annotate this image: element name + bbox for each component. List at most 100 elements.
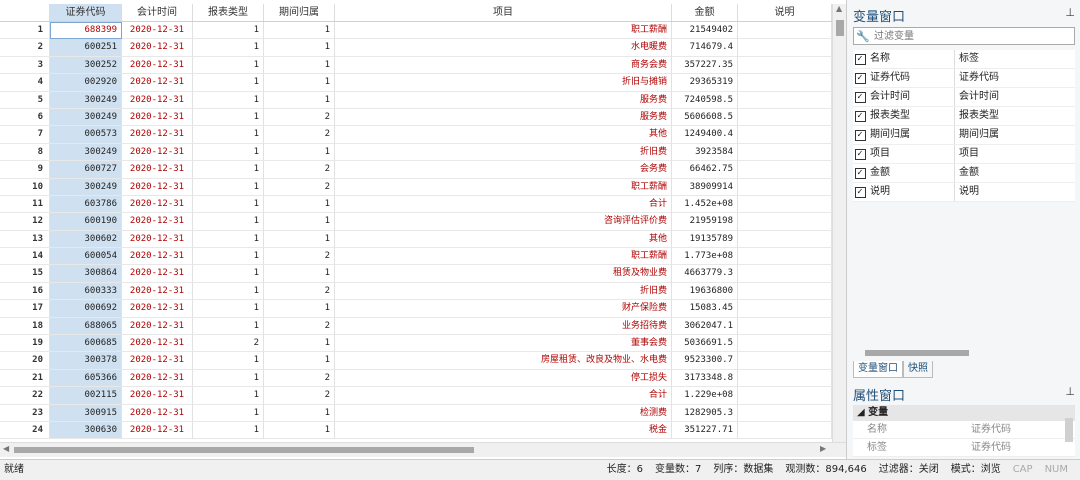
column-header-type[interactable]: 报表类型 [193,4,264,21]
column-header-period[interactable]: 期间归属 [264,4,335,21]
cell-period[interactable]: 2 [264,126,335,144]
cell-amount[interactable]: 1249400.4 [672,126,738,144]
table-row[interactable]: 17 000692 2020-12-31 1 1 财产保险费 15083.45 [0,300,832,318]
cell-item[interactable]: 租赁及物业费 [335,265,672,283]
cell-type[interactable]: 1 [193,39,264,57]
horizontal-scroll-thumb[interactable] [14,447,474,453]
cell-type[interactable]: 1 [193,282,264,301]
cell-date[interactable]: 2020-12-31 [122,300,193,318]
pin-icon[interactable]: ⊥ [1065,385,1075,398]
row-index[interactable]: 18 [0,317,50,336]
cell-amount[interactable]: 3923584 [672,143,738,162]
cell-type[interactable]: 1 [193,317,264,336]
cell-item[interactable]: 房屋租赁、改良及物业、水电费 [335,352,672,370]
variable-row[interactable]: ✓ 说明 说明 [853,183,1075,202]
cell-date[interactable]: 2020-12-31 [122,213,193,231]
cell-date[interactable]: 2020-12-31 [122,369,193,388]
cell-period[interactable]: 1 [264,300,335,318]
cell-item[interactable]: 合计 [335,195,672,214]
cell-code[interactable]: 688065 [50,317,122,336]
cell-item[interactable]: 会务费 [335,161,672,179]
property-value[interactable]: 证券代码 [967,439,1011,456]
cell-amount[interactable]: 3062047.1 [672,317,738,336]
table-row[interactable]: 12 600190 2020-12-31 1 1 咨询评估评价费 21959198 [0,213,832,231]
cell-period[interactable]: 1 [264,56,335,75]
cell-amount[interactable]: 5036691.5 [672,335,738,353]
cell-type[interactable]: 1 [193,161,264,179]
table-row[interactable]: 7 000573 2020-12-31 1 2 其他 1249400.4 [0,126,832,144]
cell-date[interactable]: 2020-12-31 [122,265,193,283]
cell-type[interactable]: 2 [193,335,264,353]
cell-note[interactable] [738,39,832,57]
row-index[interactable]: 5 [0,91,50,109]
cell-period[interactable]: 1 [264,335,335,353]
cell-period[interactable]: 1 [264,352,335,370]
cell-item[interactable]: 职工薪酬 [335,248,672,266]
cell-type[interactable]: 1 [193,421,264,440]
cell-code[interactable]: 300915 [50,404,122,422]
cell-item[interactable]: 折旧费 [335,282,672,301]
cell-amount[interactable]: 1.452e+08 [672,195,738,214]
cell-code[interactable]: 300864 [50,265,122,283]
cell-note[interactable] [738,143,832,162]
cell-period[interactable]: 2 [264,282,335,301]
cell-period[interactable]: 1 [264,421,335,440]
row-index[interactable]: 3 [0,56,50,75]
table-row[interactable]: 21 605366 2020-12-31 1 2 停工损失 3173348.8 [0,369,832,388]
cell-period[interactable]: 1 [264,213,335,231]
cell-note[interactable] [738,56,832,75]
row-index[interactable]: 9 [0,161,50,179]
table-row[interactable]: 20 300378 2020-12-31 1 1 房屋租赁、改良及物业、水电费 952330… [0,352,832,370]
table-row[interactable]: 9 600727 2020-12-31 1 2 会务费 66462.75 [0,161,832,179]
cell-date[interactable]: 2020-12-31 [122,56,193,75]
variable-row[interactable]: ✓ 期间归属 期间归属 [853,126,1075,145]
cell-note[interactable] [738,317,832,336]
cell-note[interactable] [738,230,832,249]
table-row[interactable]: 1 688399 2020-12-31 1 1 职工薪酬 21549402 [0,22,832,40]
cell-amount[interactable]: 714679.4 [672,39,738,57]
variable-list-scrollbar[interactable] [853,349,1075,357]
row-index[interactable]: 10 [0,178,50,196]
cell-code[interactable]: 600251 [50,39,122,57]
table-row[interactable]: 2 600251 2020-12-31 1 1 水电暖费 714679.4 [0,39,832,57]
table-row[interactable]: 22 002115 2020-12-31 1 2 合计 1.229e+08 [0,387,832,405]
cell-code[interactable]: 002115 [50,387,122,405]
cell-date[interactable]: 2020-12-31 [122,387,193,405]
row-index[interactable]: 7 [0,126,50,144]
row-index[interactable]: 12 [0,213,50,231]
cell-amount[interactable]: 7240598.5 [672,91,738,109]
cell-type[interactable]: 1 [193,265,264,283]
cell-code[interactable]: 000692 [50,300,122,318]
cell-type[interactable]: 1 [193,195,264,214]
cell-code[interactable]: 300252 [50,56,122,75]
table-row[interactable]: 15 300864 2020-12-31 1 1 租赁及物业费 4663779.3 [0,265,832,283]
table-row[interactable]: 10 300249 2020-12-31 1 2 职工薪酬 38909914 [0,178,832,196]
cell-amount[interactable]: 1282905.3 [672,404,738,422]
cell-amount[interactable]: 15083.45 [672,300,738,318]
variable-checkbox[interactable]: ✓ [853,88,867,106]
cell-code[interactable]: 688399 [50,22,122,40]
cell-code[interactable]: 300249 [50,143,122,162]
cell-date[interactable]: 2020-12-31 [122,161,193,179]
cell-date[interactable]: 2020-12-31 [122,143,193,162]
data-grid[interactable]: 证券代码 会计时间 报表类型 期间归属 项目 金额 说明 1 688399 2020… [0,0,847,459]
scroll-left-icon[interactable]: ◀ [3,444,9,453]
cell-code[interactable]: 300249 [50,108,122,127]
cell-date[interactable]: 2020-12-31 [122,22,193,40]
cell-period[interactable]: 1 [264,143,335,162]
select-all-checkbox[interactable]: ✓ [853,50,867,68]
cell-date[interactable]: 2020-12-31 [122,421,193,440]
cell-amount[interactable]: 19135789 [672,230,738,249]
row-index[interactable]: 13 [0,230,50,249]
row-index[interactable]: 16 [0,282,50,301]
cell-item[interactable]: 服务费 [335,108,672,127]
cell-item[interactable]: 商务会费 [335,56,672,75]
cell-code[interactable]: 300249 [50,178,122,196]
table-row[interactable]: 24 300630 2020-12-31 1 1 税金 351227.71 [0,421,832,440]
cell-type[interactable]: 1 [193,352,264,370]
cell-type[interactable]: 1 [193,387,264,405]
cell-note[interactable] [738,404,832,422]
variable-checkbox[interactable]: ✓ [853,164,867,182]
cell-date[interactable]: 2020-12-31 [122,178,193,196]
cell-date[interactable]: 2020-12-31 [122,39,193,57]
